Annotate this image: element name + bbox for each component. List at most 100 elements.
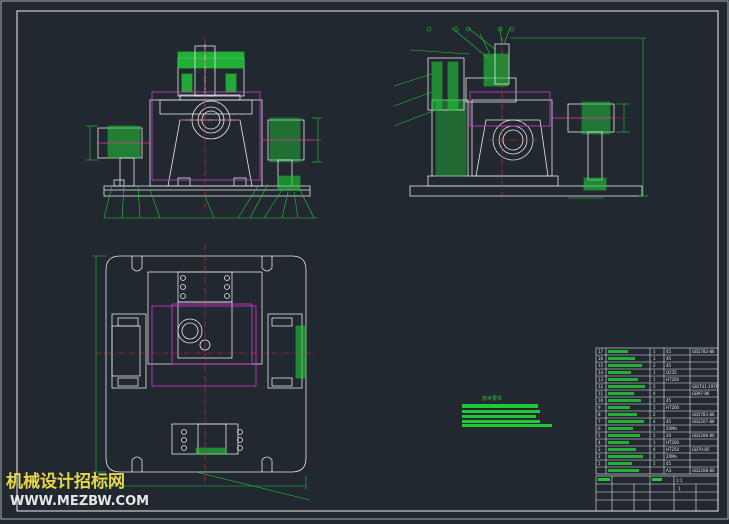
bom-row: 9 1 HT200	[598, 405, 680, 410]
bom-qty: 1	[653, 377, 656, 382]
bom-row: 17 1 45 GB5782-86	[598, 349, 715, 354]
watermark: 机械设计招标网 WWW.MEZBW.COM	[6, 471, 149, 509]
bom-material: HT250	[666, 447, 680, 452]
bom-row: 15 2 45	[598, 363, 672, 368]
bom-row: 11 4 GB97-86	[598, 391, 710, 396]
bom-material: 45	[666, 363, 672, 368]
bom-material: HT200	[666, 405, 680, 410]
bom-material: 45	[666, 398, 672, 403]
bom-std: GB97-86	[692, 391, 710, 396]
bom-row: 12 2 GB/T41-1976	[598, 384, 719, 389]
bom-no: 12	[598, 384, 604, 389]
bom-qty: 2	[653, 433, 656, 438]
bom-material: Q235	[666, 370, 677, 375]
bom-row: 7 4 45 GB2207-86	[598, 419, 715, 424]
bom-row: 5 2 20 GB2206-80	[598, 433, 715, 438]
bom-qty: 1	[653, 356, 656, 361]
bom-no: 10	[598, 398, 604, 403]
bom-std: GB5782-86	[692, 349, 715, 354]
bom-qty: 1	[653, 440, 656, 445]
bom-name-bar	[608, 448, 636, 451]
bom-row: 2 2 20Mn	[598, 454, 678, 459]
bom-qty: 2	[653, 363, 656, 368]
bom-row: 13 1 HT200	[598, 377, 680, 382]
notes-title: 技术要求	[482, 395, 502, 402]
bom-std: GB2206-80	[692, 433, 715, 438]
bom-row: A3 GB2208-80	[608, 468, 715, 473]
bom-no: 5	[598, 433, 601, 438]
bom-name-bar	[608, 357, 635, 360]
cad-drawing: 技术要求 17 1 45 GB5782-8616 1 4515 2 4514 1 Q23513 1 H…	[0, 0, 729, 520]
bom-name-bar	[608, 399, 641, 402]
bom-no: 17	[598, 349, 604, 354]
bom-std: GB/T41-1976	[692, 384, 719, 389]
bom-name-bar	[608, 427, 633, 430]
bom-no: 15	[598, 363, 604, 368]
bom-name-bar	[608, 378, 638, 381]
bom-material: A3	[666, 468, 672, 473]
watermark-line1: 机械设计招标网	[6, 471, 125, 492]
side-column-hatch	[435, 99, 467, 177]
bom-name-bar	[608, 406, 630, 409]
bom-row: 6 1 20Mn	[598, 426, 678, 431]
bom-material: 20Mn	[666, 426, 678, 431]
bom-name-bar	[608, 350, 628, 353]
bom-material: 45	[666, 419, 672, 424]
bom-qty: 1	[653, 370, 656, 375]
bom-qty: 1	[653, 461, 656, 466]
bom-row: 3 4 HT250 GB70-85	[598, 447, 710, 452]
side-view	[409, 43, 643, 197]
bom-qty: 1	[653, 405, 656, 410]
bom-std: GB70-85	[692, 447, 710, 452]
bom-name-bar	[608, 462, 632, 465]
bom-name-bar	[608, 434, 640, 437]
bom-no: 4	[598, 440, 601, 445]
bom-table: 17 1 45 GB5782-8616 1 4515 2 4514 1 Q23513 1 HT2001…	[595, 347, 719, 512]
bom-no: 13	[598, 377, 604, 382]
bom-qty: 1	[653, 426, 656, 431]
title-block	[595, 475, 719, 512]
bom-no: 9	[598, 405, 601, 410]
bom-name-bar	[608, 371, 631, 374]
bom-no: 1	[598, 461, 601, 466]
top-clamp-hatch	[177, 51, 245, 69]
bom-material: 45	[666, 356, 672, 361]
bom-no: 7	[598, 419, 601, 424]
bom-no: 2	[598, 454, 601, 459]
sheet-value: 1	[678, 486, 681, 491]
bom-name-bar	[608, 385, 645, 388]
bom-name-bar	[608, 420, 644, 423]
bom-material: 20	[666, 433, 672, 438]
bom-row: 14 1 Q235	[598, 370, 677, 375]
bom-no: 16	[598, 356, 604, 361]
watermark-line2: WWW.MEZBW.COM	[10, 494, 149, 509]
bom-name-bar	[608, 413, 637, 416]
bom-qty: 1	[653, 349, 656, 354]
bom-no: 11	[598, 391, 604, 396]
bom-std: GB2208-80	[692, 468, 715, 473]
bom-std: GB5783-86	[692, 412, 715, 417]
bom-row: 16 1 45	[598, 356, 672, 361]
bom-name-bar	[608, 441, 629, 444]
bom-qty: 2	[653, 454, 656, 459]
bom-material: HT200	[666, 440, 680, 445]
bom-row: 10 2 45	[598, 398, 672, 403]
bom-no: 14	[598, 370, 604, 375]
side-base-plate	[409, 185, 643, 197]
bom-std: GB2207-86	[692, 419, 715, 424]
bom-qty: 2	[653, 398, 656, 403]
scale-value: 1:1	[676, 478, 683, 483]
bom-qty: 4	[653, 419, 656, 424]
bom-row: 8 2 GB5783-86	[598, 412, 715, 417]
bom-no: 6	[598, 426, 601, 431]
bom-qty: 2	[653, 384, 656, 389]
bom-qty: 4	[653, 391, 656, 396]
technical-notes: 技术要求	[462, 395, 552, 427]
bom-row: 1 1 45	[598, 461, 672, 466]
bom-no: 8	[598, 412, 601, 417]
bom-no: 3	[598, 447, 601, 452]
bom-name-bar	[608, 455, 643, 458]
bom-row: 4 1 HT200	[598, 440, 680, 445]
bom-name-bar	[608, 364, 642, 367]
bom-qty: 4	[653, 447, 656, 452]
